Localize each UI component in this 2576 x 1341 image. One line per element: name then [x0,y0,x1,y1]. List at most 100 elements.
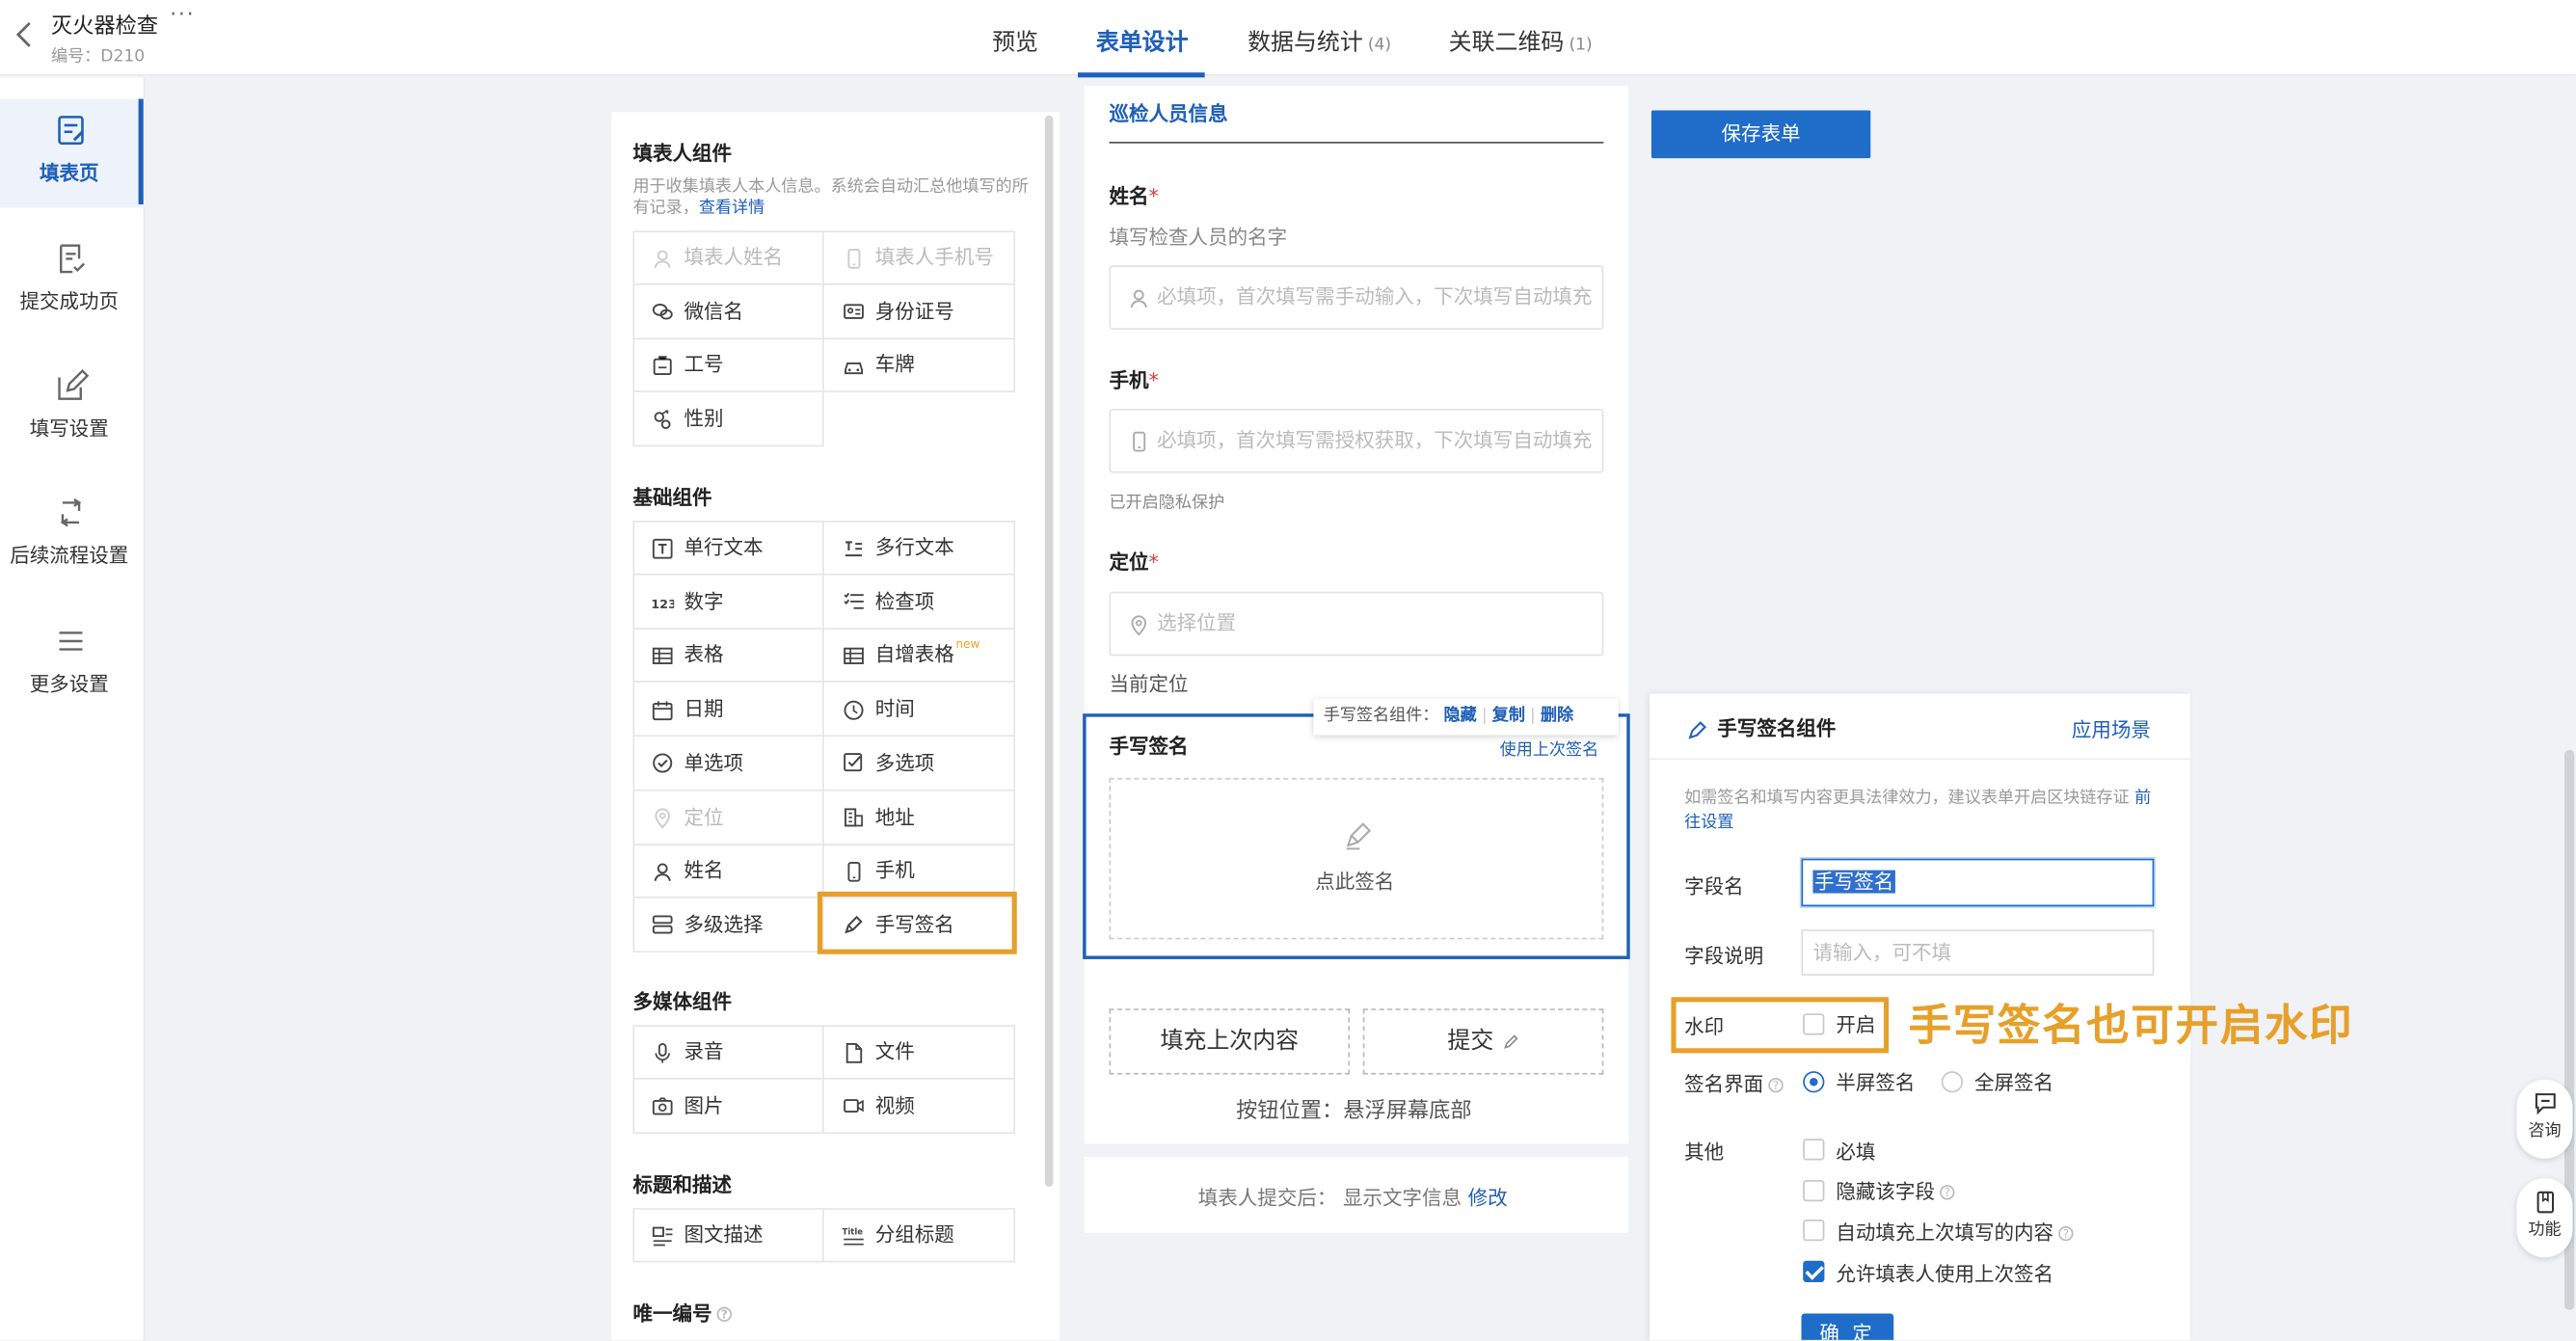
component-basic-4[interactable]: 表格 [632,628,824,684]
video-icon [843,1094,866,1117]
component-basic-1[interactable]: 多行文本 [823,521,1016,576]
nav-fill-settings[interactable]: 填写设置 [0,355,145,464]
component-basic-13[interactable]: 手机 [823,844,1016,898]
component-media-3[interactable]: 视频 [823,1079,1016,1134]
component-media-2[interactable]: 图片 [632,1079,824,1134]
location-input[interactable]: 选择位置 [1109,591,1604,657]
media-components-title: 多媒体组件 [632,990,733,1014]
phone-input[interactable]: 必填项，首次填写需授权获取，下次填写自动填充 [1109,408,1604,473]
half-screen-radio[interactable] [1803,1071,1825,1093]
allow-last-signature-checkbox[interactable] [1803,1260,1825,1282]
application-scene-link[interactable]: 应用场景 [2072,715,2151,743]
clock-icon [843,698,866,721]
mic-icon [651,1041,674,1064]
component-basic-6[interactable]: 日期 [632,682,824,738]
tab-preview[interactable]: 预览 [992,25,1038,58]
nav-form-page[interactable]: 填表页 [0,98,146,208]
more-options-icon[interactable]: ··· [170,3,195,28]
confirm-button[interactable]: 确 定 [1801,1313,1894,1340]
component-basic-12[interactable]: 姓名 [632,844,824,898]
phone-icon [843,247,866,270]
delete-action[interactable]: 删除 [1541,707,1573,725]
component-basic-0[interactable]: 单行文本 [632,521,824,576]
tab-data-stats[interactable]: 数据与统计 (4) [1248,25,1391,58]
file-icon [843,1041,866,1064]
component-filler-1: 填表人手机号 [823,230,1016,285]
component-filler-5[interactable]: 车牌 [823,338,1016,393]
autofill-option: 自动填充上次填写的内容? [1836,1218,2074,1246]
copy-action[interactable]: 复制 [1492,707,1525,725]
save-form-button[interactable]: 保存表单 [1650,110,1871,159]
full-screen-label: 全屏签名 [1973,1071,2054,1095]
name-field-label: 姓名* [1109,184,1159,208]
signature-pad-hint: 点此签名 [1315,870,1395,894]
phone-field-label: 手机* [1109,368,1159,392]
name-input[interactable]: 必填项，首次填写需手动输入，下次填写自动填充 [1109,265,1604,330]
component-media-0[interactable]: 录音 [632,1025,824,1080]
book-icon [2534,1190,2557,1214]
component-basic-11[interactable]: 地址 [823,790,1016,845]
full-screen-radio[interactable] [1941,1071,1964,1093]
autofill-checkbox[interactable] [1803,1220,1825,1242]
component-label: 图文描述 [684,1222,764,1247]
fill-last-content-button[interactable]: 填充上次内容 [1109,1008,1351,1075]
field-desc-label: 字段说明 [1684,944,1764,968]
consult-button[interactable]: 咨询 [2516,1079,2573,1159]
help-icon[interactable]: ? [1768,1078,1784,1093]
nav-flow-settings[interactable]: 后续流程设置 [0,481,145,590]
hide-action[interactable]: 隐藏 [1444,707,1477,725]
use-last-signature-link[interactable]: 使用上次签名 [1500,735,1599,760]
nav-success-page[interactable]: 提交成功页 [0,228,145,336]
tab-form-design[interactable]: 表单设计 [1096,25,1189,58]
component-media-1[interactable]: 文件 [823,1025,1016,1080]
location-field-label: 定位* [1109,550,1159,574]
component-filler-2[interactable]: 微信名 [632,284,824,339]
component-title-1[interactable]: Title 分组标题 [823,1208,1016,1263]
submit-button[interactable]: 提交 [1362,1008,1604,1075]
feature-button[interactable]: 功能 [2516,1178,2573,1258]
component-filler-3[interactable]: 身份证号 [823,284,1016,339]
help-icon[interactable]: ? [2058,1225,2074,1242]
component-basic-2[interactable]: 123 数字 [632,575,824,630]
menu-icon [53,623,90,659]
button-position-text: 按钮位置：悬浮屏幕底部 [1236,1099,1472,1124]
field-name-input[interactable]: 手写签名 [1801,858,2155,907]
modify-link[interactable]: 修改 [1468,1187,1508,1210]
component-label: 自增表格 [874,643,954,667]
component-filler-4[interactable]: 工号 [632,338,824,393]
component-basic-14[interactable]: 多级选择 [632,898,824,952]
tab-linked-qrcode[interactable]: 关联二维码 (1) [1449,25,1593,58]
component-title-0[interactable]: 图文描述 [632,1208,824,1263]
help-icon[interactable]: ? [1940,1185,1955,1200]
help-icon[interactable]: ? [716,1306,733,1323]
component-label: 检查项 [874,589,935,613]
view-details-link[interactable]: 查看详情 [699,200,765,218]
component-basic-8[interactable]: 单选项 [632,736,824,791]
back-arrow-icon[interactable] [13,20,37,53]
required-checkbox[interactable] [1803,1139,1825,1161]
component-basic-3[interactable]: 检查项 [823,575,1016,630]
hide-field-option: 隐藏该字段? [1836,1177,1955,1205]
signature-pad[interactable] [1109,777,1604,940]
check-doc-icon [53,241,90,278]
car-icon [843,354,866,377]
chat-icon [2534,1091,2557,1115]
edit-icon [1501,1033,1519,1051]
location-icon [1127,612,1150,635]
signature-field-title: 手写签名 [1109,735,1189,759]
component-basic-5[interactable]: 自增表格 new [823,628,1016,684]
hide-field-checkbox[interactable] [1803,1180,1825,1202]
title-icon: Title [843,1223,866,1247]
component-panel-scrollbar[interactable] [1044,115,1054,1187]
field-desc-input[interactable]: 请输入，可不填 [1801,929,2155,977]
nav-more-settings[interactable]: 更多设置 [0,610,145,719]
component-basic-7[interactable]: 时间 [823,682,1016,738]
component-basic-9[interactable]: 多选项 [823,736,1016,791]
component-label: 多行文本 [874,535,954,559]
annotation-text: 手写签名也可开启水印 [1908,1002,2354,1052]
component-label: 身份证号 [874,299,954,323]
table-icon [843,644,866,667]
allow-last-signature-option: 允许填表人使用上次签名 [1836,1262,2054,1286]
svg-text:Title: Title [843,1227,864,1237]
component-filler-6[interactable]: 性别 [632,392,824,447]
